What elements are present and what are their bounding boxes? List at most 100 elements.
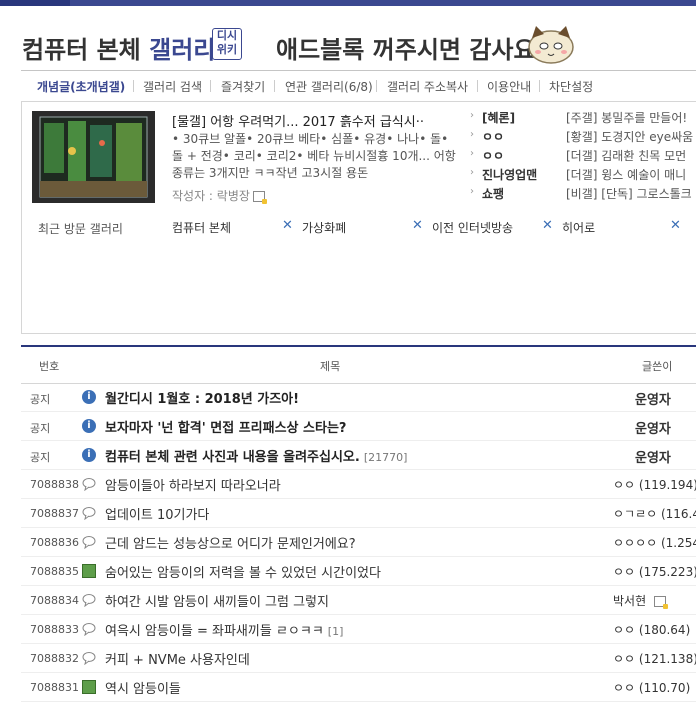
tab-gallery-search[interactable]: 갤러리 검색 xyxy=(143,78,202,95)
adblock-message: 애드블록 꺼주시면 감사요 xyxy=(276,36,536,64)
post-subject-text: 월간디시 1월호 : 2018년 가즈아! xyxy=(105,392,300,407)
post-writer-name: ㅇㅇ (119.194) xyxy=(613,478,696,492)
recent-galleries: 최근 방문 갤러리 컴퓨터 본체 ✕ 가상화폐 ✕ 이전 인터넷방송 ✕ 히어로… xyxy=(22,215,696,237)
post-subject[interactable]: 하여간 시발 암등이 새끼들이 그럼 그렇지 xyxy=(105,591,329,610)
post-subject-text: 숨어있는 암등이의 저력을 볼 수 있었던 시간이었다 xyxy=(105,566,381,581)
post-writer[interactable]: 운영자 xyxy=(635,389,671,408)
post-number: 7088832 xyxy=(30,652,79,665)
post-writer[interactable]: ㅇㅇ (119.194) xyxy=(613,476,696,493)
post-writer-name: ㅇㅇㅇㅇ (1.254 xyxy=(613,536,696,550)
issue-text[interactable]: [비갤] [단독] 그로스톨크 xyxy=(566,185,696,202)
issue-list: › [혜론] [주갤] 봉밀주를 만들어! › ㅇㅇ [황갤] 도경지안 eye싸움 ›… xyxy=(470,109,696,204)
notice-row[interactable]: 공지 i 월간디시 1월호 : 2018년 가즈아! 운영자 xyxy=(21,383,696,412)
post-subject-text: 커피 + NVMe 사용자인데 xyxy=(105,653,250,668)
post-subject[interactable]: 커피 + NVMe 사용자인데 xyxy=(105,649,250,668)
post-subject[interactable]: 월간디시 1월호 : 2018년 가즈아! xyxy=(105,388,299,407)
post-writer-name: ㅇㅇ (180.64) xyxy=(613,623,691,637)
header-writer: 글쓴이 xyxy=(642,360,673,373)
close-icon[interactable]: ✕ xyxy=(670,218,681,233)
info-icon: i xyxy=(82,390,96,404)
issue-item[interactable]: › ㅇㅇ [더갤] 김래환 친목 모먼 xyxy=(470,147,696,166)
post-writer[interactable]: ㅇㅇㅇㅇ (1.254 xyxy=(613,534,696,551)
notice-row[interactable]: 공지 i 컴퓨터 본체 관련 사진과 내용을 올려주십시오. [21770] 운영자 xyxy=(21,441,696,470)
post-number: 공지 xyxy=(30,422,51,435)
tab-concept-posts[interactable]: 개념글(초개념갤) xyxy=(37,78,125,95)
gallery-title[interactable]: 컴퓨터 본체 갤러리 xyxy=(22,30,215,65)
cat-mascot-icon xyxy=(528,26,574,64)
post-writer[interactable]: ㅇㅇ (180.64) xyxy=(613,621,690,638)
tab-guide[interactable]: 이용안내 xyxy=(487,78,531,95)
issue-label: [혜론] xyxy=(482,111,516,125)
table-row[interactable]: 7088831 역시 암등이들 ㅇㅇ (110.70) xyxy=(21,673,696,702)
featured-title[interactable]: [물갤] 어항 우려먹기... 2017 흙수저 급식시·· xyxy=(172,111,462,130)
close-icon[interactable]: ✕ xyxy=(412,218,423,233)
post-subject-text: 보자마자 '넌 합격' 면접 프리패스상 스타는? xyxy=(105,421,347,436)
post-number: 7088833 xyxy=(30,623,79,636)
tab-favorites[interactable]: 즐겨찾기 xyxy=(221,78,265,95)
post-writer[interactable]: ㅇㅇ (110.70) xyxy=(613,679,690,696)
post-writer[interactable]: 운영자 xyxy=(635,447,671,466)
post-subject[interactable]: 컴퓨터 본체 관련 사진과 내용을 올려주십시오. [21770] xyxy=(105,446,407,465)
chevron-right-icon: › xyxy=(470,167,474,178)
post-subject[interactable]: 보자마자 '넌 합격' 면접 프리패스상 스타는? xyxy=(105,417,346,436)
table-row[interactable]: 7088835 숨어있는 암등이의 저력을 볼 수 있었던 시간이었다 ㅇㅇ (17… xyxy=(21,557,696,586)
gallery-word: 갤러리 xyxy=(149,36,216,64)
chevron-right-icon: › xyxy=(470,186,474,197)
tab-related-galleries[interactable]: 연관 갤러리(6/8) xyxy=(285,78,373,95)
post-subject[interactable]: 암등이들아 하라보지 따라오너라 xyxy=(105,475,281,494)
wiki-badge-line: 디시 xyxy=(216,29,238,42)
issue-item[interactable]: › [혜론] [주갤] 봉밀주를 만들어! xyxy=(470,109,696,128)
post-writer[interactable]: ㅇㅇ (175.223) xyxy=(613,563,696,580)
tab-divider xyxy=(539,80,540,92)
table-row[interactable]: 7088832 커피 + NVMe 사용자인데 ㅇㅇ (121.138) xyxy=(21,644,696,673)
post-subject[interactable]: 업데이트 10기가다 xyxy=(105,504,209,523)
issue-item[interactable]: › 진나영업맨 [더갤] 윙스 예술이 매니 xyxy=(470,166,696,185)
issue-item[interactable]: › ㅇㅇ [황갤] 도경지안 eye싸움 xyxy=(470,128,696,147)
close-icon[interactable]: ✕ xyxy=(282,218,293,233)
post-writer-name: ㅇㅇ (110.70) xyxy=(613,681,691,695)
post-subject[interactable]: 근데 암드는 성능상으로 어디가 문제인거에요? xyxy=(105,533,356,552)
tab-block-settings[interactable]: 차단설정 xyxy=(549,78,593,95)
top-bar-accent xyxy=(0,0,70,6)
tab-divider xyxy=(133,80,134,92)
wiki-badge[interactable]: 디시 위키 xyxy=(212,28,242,60)
tab-copy-address[interactable]: 갤러리 주소복사 xyxy=(387,78,468,95)
speech-bubble-icon xyxy=(82,651,96,666)
issue-text[interactable]: [황갤] 도경지안 eye싸움 xyxy=(566,128,696,145)
issue-text[interactable]: [더갤] 김래환 친목 모먼 xyxy=(566,147,696,164)
featured-description[interactable]: • 30큐브 알폴• 20큐브 베타• 심폴• 유경• 나나• 돌• 돌 + 전… xyxy=(172,131,462,182)
featured-thumbnail[interactable] xyxy=(32,111,155,203)
post-subject[interactable]: 역시 암등이들 xyxy=(105,678,181,697)
issue-text[interactable]: [주갤] 봉밀주를 만들어! xyxy=(566,109,696,126)
featured-panel: [물갤] 어항 우려먹기... 2017 흙수저 급식시·· • 30큐브 알폴… xyxy=(21,101,696,334)
comment-count[interactable]: [21770] xyxy=(364,451,408,464)
recent-gallery-item[interactable]: 히어로 xyxy=(562,219,595,236)
issue-text[interactable]: [더갤] 윙스 예술이 매니 xyxy=(566,166,696,183)
info-icon: i xyxy=(82,448,96,462)
post-subject[interactable]: 숨어있는 암등이의 저력을 볼 수 있었던 시간이었다 xyxy=(105,562,381,581)
recent-gallery-item[interactable]: 가상화폐 xyxy=(302,219,346,236)
table-row[interactable]: 7088834 하여간 시발 암등이 새끼들이 그럼 그렇지 박서현 xyxy=(21,586,696,615)
header-title: 제목 xyxy=(320,360,341,373)
post-writer[interactable]: 운영자 xyxy=(635,418,671,437)
post-writer[interactable]: 박서현 xyxy=(613,592,669,609)
comment-count[interactable]: [1] xyxy=(328,625,344,638)
table-row[interactable]: 7088836 근데 암드는 성능상으로 어디가 문제인거에요? ㅇㅇㅇㅇ (1.2… xyxy=(21,528,696,557)
wiki-badge-line: 위키 xyxy=(216,43,238,56)
table-row[interactable]: 7088833 여윽시 암등이들 = 좌파새끼들 ㄹㅇㅋㅋ [1] ㅇㅇ (180.6… xyxy=(21,615,696,644)
post-subject-text: 근데 암드는 성능상으로 어디가 문제인거에요? xyxy=(105,537,356,552)
speech-bubble-icon xyxy=(82,506,96,521)
recent-gallery-item[interactable]: 컴퓨터 본체 xyxy=(172,219,231,236)
notice-row[interactable]: 공지 i 보자마자 '넌 합격' 면접 프리패스상 스타는? 운영자 xyxy=(21,412,696,441)
post-number: 7088838 xyxy=(30,478,79,491)
issue-item[interactable]: › 쇼팽 [비갤] [단독] 그로스톨크 xyxy=(470,185,696,204)
recent-gallery-item[interactable]: 이전 인터넷방송 xyxy=(432,219,513,236)
post-writer[interactable]: ㅇㄱㄹㅇ (116.46 xyxy=(613,505,696,522)
close-icon[interactable]: ✕ xyxy=(542,218,553,233)
table-row[interactable]: 7088837 업데이트 10기가다 ㅇㄱㄹㅇ (116.46 xyxy=(21,499,696,528)
post-subject[interactable]: 여윽시 암등이들 = 좌파새끼들 ㄹㅇㅋㅋ [1] xyxy=(105,620,343,639)
table-row[interactable]: 7088838 암등이들아 하라보지 따라오너라 ㅇㅇ (119.194) xyxy=(21,470,696,499)
post-writer[interactable]: ㅇㅇ (121.138) xyxy=(613,650,696,667)
post-number: 7088831 xyxy=(30,681,79,694)
issue-label: 진나영업맨 xyxy=(482,168,538,182)
